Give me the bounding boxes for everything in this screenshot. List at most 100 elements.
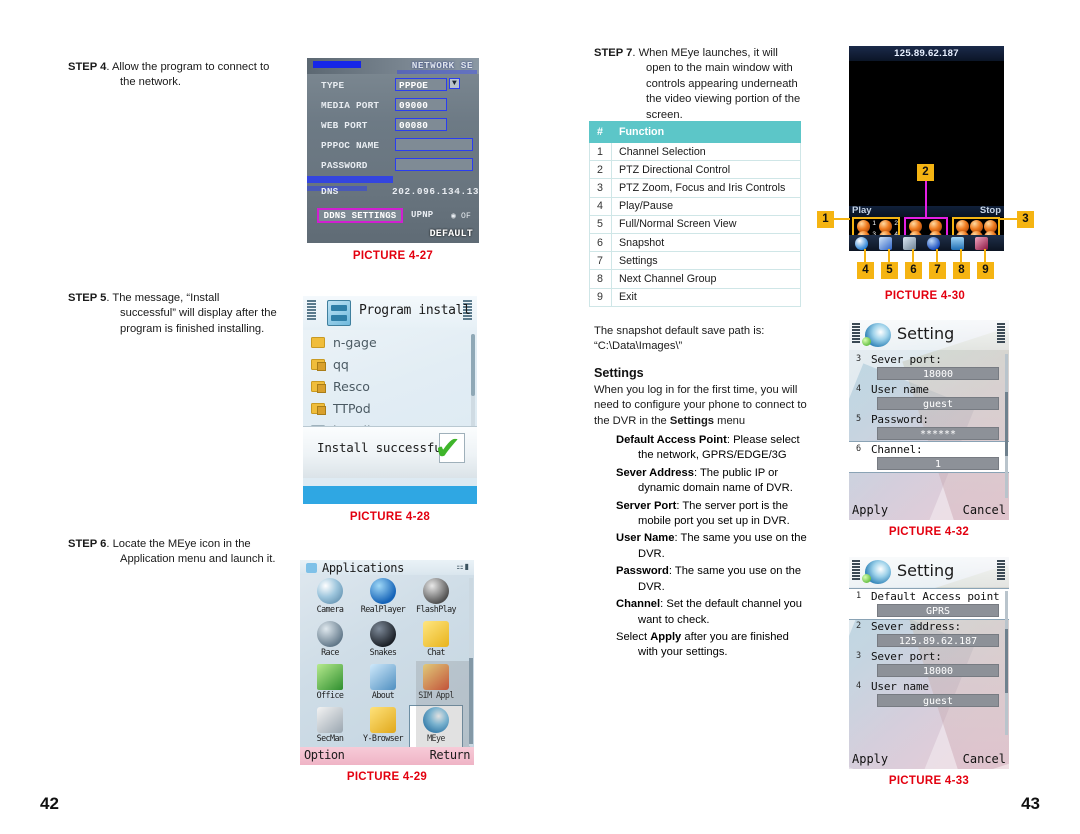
setting-screen-page2: Setting 3 Sever port: 18000 4 User name …	[849, 320, 1009, 520]
app-label: Y-Browser	[363, 733, 404, 743]
caption-picture-4-30: PICTURE 4-30	[884, 290, 966, 302]
dvr-field-dns[interactable]: 202.096.134.133	[392, 186, 479, 197]
scrollbar[interactable]	[1005, 591, 1008, 735]
snapshot-icon[interactable]	[903, 236, 916, 250]
definition-term: Sever Address	[616, 466, 694, 479]
dvr-row-label-web-port: WEB PORT	[321, 120, 368, 131]
callout-4: 4	[857, 262, 874, 279]
definition-term: User Name	[616, 532, 675, 545]
setting-screen-page1: Setting 1 Default Access point GPRS 2 Se…	[849, 557, 1009, 769]
callout-3: 3	[1017, 211, 1034, 228]
app-label: RealPlayer	[360, 604, 406, 614]
step-6-continued: Application menu and launch it.	[120, 553, 276, 566]
app-flashplay[interactable]: FlashPlay	[410, 577, 462, 619]
folder-icon	[311, 337, 325, 348]
app-meye[interactable]: MEye	[409, 705, 463, 749]
page-number-left: 42	[40, 794, 59, 813]
cancel-button[interactable]: Cancel	[963, 503, 1006, 517]
scrollbar[interactable]	[1005, 354, 1008, 498]
next-group-icon[interactable]	[951, 236, 964, 250]
callout-5-leader	[888, 249, 890, 263]
app-camera[interactable]: Camera	[304, 577, 356, 619]
setting-row-user-name[interactable]: 4 User name guest	[849, 382, 1009, 412]
page-number-right: 43	[1021, 794, 1040, 813]
column-header-function: Function	[611, 121, 801, 143]
setting-row-default-access-point[interactable]: 1 Default Access point GPRS	[849, 588, 1009, 620]
settings-icon[interactable]	[927, 236, 940, 250]
step-5-label: STEP 5	[68, 292, 107, 304]
picture-4-28-group: Program install n-gage qq Resco TTPod in…	[303, 296, 477, 523]
app-label: Race	[321, 647, 339, 657]
settings-text-block: The snapshot default save path is: “C:\D…	[594, 324, 810, 663]
dvr-field-pppoc-name[interactable]	[395, 138, 473, 151]
setting-row-channel[interactable]: 6 Channel: 1	[849, 441, 1009, 473]
step-4-continued: the network.	[120, 76, 181, 89]
row-number: 1	[856, 591, 862, 601]
play-pause-icon[interactable]	[855, 236, 868, 250]
row-value[interactable]: guest	[877, 694, 999, 707]
definition-desc: : Set the default channel you want to ch…	[638, 598, 802, 626]
row-value[interactable]: 18000	[877, 367, 999, 380]
app-label: Office	[316, 690, 344, 700]
secman-icon	[317, 707, 343, 733]
dvr-field-web-port[interactable]: 00080	[395, 118, 447, 131]
app-snakes[interactable]: Snakes	[357, 620, 409, 662]
definition-item: Password: The same you use on the DVR.	[594, 564, 810, 595]
settings-definition-list: Default Access Point: Please select the …	[594, 433, 810, 661]
app-y-browser[interactable]: Y-Browser	[357, 706, 409, 748]
dvr-field-password[interactable]	[395, 158, 473, 171]
picture-4-30-group: 125.89.62.187 Play Stop 1 2 3 4	[817, 46, 1034, 302]
app-chat[interactable]: Chat	[410, 620, 462, 662]
list-item[interactable]: n-gage	[303, 332, 477, 354]
dvr-field-type[interactable]: PPPOE	[395, 78, 447, 91]
softkey-option[interactable]: Option	[304, 748, 345, 762]
app-sim-appl[interactable]: SIM Appl	[410, 663, 462, 705]
row-value[interactable]: 1	[877, 457, 999, 470]
list-item[interactable]: qq	[303, 354, 477, 376]
setting-row-sever-port[interactable]: 3 Sever port: 18000	[849, 649, 1009, 679]
scrollbar[interactable]	[469, 578, 473, 746]
column-header-number: #	[589, 121, 612, 143]
table-row: 4 Play/Pause	[589, 196, 801, 216]
row-value[interactable]: 18000	[877, 664, 999, 677]
row-label: Sever port:	[871, 650, 942, 663]
row-value[interactable]: ******	[877, 427, 999, 440]
realplayer-icon	[370, 578, 396, 604]
softkey-return[interactable]: Return	[430, 748, 471, 762]
play-label[interactable]: Play	[852, 205, 872, 216]
app-office[interactable]: Office	[304, 663, 356, 705]
ddns-settings-button[interactable]: DDNS SETTINGS	[317, 208, 403, 223]
app-realplayer[interactable]: RealPlayer	[357, 577, 409, 619]
app-race[interactable]: Race	[304, 620, 356, 662]
row-value[interactable]: GPRS	[877, 604, 999, 617]
dvr-upnp-radio[interactable]: ◉ OF	[451, 211, 471, 221]
setting-row-sever-address[interactable]: 2 Sever address: 125.89.62.187	[849, 619, 1009, 649]
exit-icon[interactable]	[975, 236, 988, 250]
apply-button[interactable]: Apply	[852, 752, 888, 766]
list-item[interactable]: Resco	[303, 376, 477, 398]
setting-row-user-name[interactable]: 4 User name guest	[849, 679, 1009, 709]
setting-row-password[interactable]: 5 Password: ******	[849, 412, 1009, 442]
cancel-button[interactable]: Cancel	[963, 752, 1006, 766]
table-row: 8 Next Channel Group	[589, 269, 801, 289]
setting-row-sever-port[interactable]: 3 Sever port: 18000	[849, 352, 1009, 382]
row-value[interactable]: 125.89.62.187	[877, 634, 999, 647]
app-secman[interactable]: SecMan	[304, 706, 356, 748]
definition-item: Sever Address: The public IP or dynamic …	[594, 466, 810, 497]
callout-9-leader	[984, 249, 986, 263]
apply-button[interactable]: Apply	[852, 503, 888, 517]
about-icon	[370, 664, 396, 690]
dvr-field-media-port[interactable]: 09000	[395, 98, 447, 111]
chevron-down-icon[interactable]: ▼	[449, 78, 460, 89]
list-item[interactable]: TTPod	[303, 398, 477, 420]
app-about[interactable]: About	[357, 663, 409, 705]
fullscreen-icon[interactable]	[879, 236, 892, 250]
stop-label[interactable]: Stop	[980, 205, 1001, 216]
picture-4-29-group: Applications ⚏▮ Camera RealPlayer FlashP…	[300, 560, 474, 783]
scrollbar[interactable]	[471, 334, 475, 440]
install-screen-title: Program install	[359, 303, 471, 318]
dvr-default-button[interactable]: DEFAULT	[430, 229, 473, 240]
dvr-titlebar-accent	[313, 61, 361, 68]
definition-term: Channel	[616, 598, 661, 611]
row-value[interactable]: guest	[877, 397, 999, 410]
